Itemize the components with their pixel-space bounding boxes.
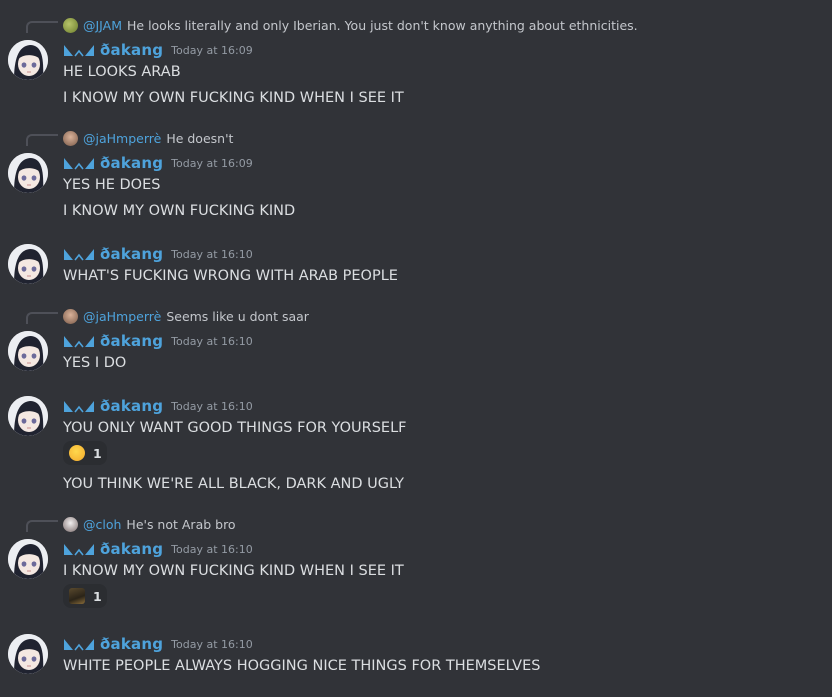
message-text: YES I DO xyxy=(63,355,127,371)
timestamp: Today at 16:10 xyxy=(171,334,253,348)
reply-mention[interactable]: @jaHmperrè xyxy=(83,131,161,146)
message-text: YES HE DOES xyxy=(63,177,161,193)
avatar[interactable] xyxy=(8,244,48,284)
clan-badge-icon[interactable] xyxy=(63,542,95,556)
reaction-count: 1 xyxy=(93,588,102,604)
avatar-image xyxy=(8,153,48,193)
reply-text: He's not Arab bro xyxy=(126,516,236,532)
reply-preview[interactable]: @jaHmperrè He doesn't xyxy=(63,130,233,146)
reaction-button[interactable]: 1 xyxy=(63,441,107,465)
clan-badge-icon[interactable] xyxy=(63,43,95,57)
timestamp: Today at 16:10 xyxy=(171,247,253,261)
reply-preview[interactable]: @jaHmperrè Seems like u dont saar xyxy=(63,308,309,324)
reply-connector xyxy=(26,21,58,33)
message-text: WHITE PEOPLE ALWAYS HOGGING NICE THINGS … xyxy=(63,658,541,674)
reply-avatar-icon xyxy=(63,17,78,33)
avatar-image xyxy=(8,634,48,674)
reply-avatar-icon xyxy=(63,516,78,532)
avatar[interactable] xyxy=(8,331,48,371)
username[interactable]: ðakang xyxy=(100,540,163,558)
timestamp: Today at 16:09 xyxy=(171,156,253,170)
message-header: ðakang Today at 16:10 xyxy=(63,635,253,653)
custom-character-emoji-icon xyxy=(69,588,85,604)
avatar[interactable] xyxy=(8,634,48,674)
reply-avatar-icon xyxy=(63,130,78,146)
username[interactable]: ðakang xyxy=(100,245,163,263)
message-header: ðakang Today at 16:10 xyxy=(63,332,253,350)
message-text: HE LOOKS ARAB xyxy=(63,64,181,80)
reply-mention[interactable]: @cloh xyxy=(83,517,121,532)
message-header: ðakang Today at 16:09 xyxy=(63,41,253,59)
clan-badge-icon[interactable] xyxy=(63,334,95,348)
message-text: YOU THINK WE'RE ALL BLACK, DARK AND UGLY xyxy=(63,476,405,492)
username[interactable]: ðakang xyxy=(100,635,163,653)
message-header: ðakang Today at 16:10 xyxy=(63,245,253,263)
avatar-image xyxy=(8,331,48,371)
message-text: I KNOW MY OWN FUCKING KIND WHEN I SEE IT xyxy=(63,90,404,106)
message-text: I KNOW MY OWN FUCKING KIND xyxy=(63,203,296,219)
avatar-image xyxy=(8,40,48,80)
username[interactable]: ðakang xyxy=(100,41,163,59)
reply-avatar-icon xyxy=(63,308,78,324)
message-text: I KNOW MY OWN FUCKING KIND WHEN I SEE IT xyxy=(63,563,404,579)
timestamp: Today at 16:10 xyxy=(171,542,253,556)
message-header: ðakang Today at 16:10 xyxy=(63,397,253,415)
message-header: ðakang Today at 16:09 xyxy=(63,154,253,172)
reply-connector xyxy=(26,134,58,146)
reaction-count: 1 xyxy=(93,445,102,461)
clan-badge-icon[interactable] xyxy=(63,637,95,651)
reply-mention[interactable]: @JJAM xyxy=(83,18,122,33)
avatar[interactable] xyxy=(8,153,48,193)
reply-connector xyxy=(26,520,58,532)
reply-text: He doesn't xyxy=(166,130,234,146)
username[interactable]: ðakang xyxy=(100,397,163,415)
clan-badge-icon[interactable] xyxy=(63,399,95,413)
timestamp: Today at 16:09 xyxy=(171,43,253,57)
reply-text: He looks literally and only Iberian. You… xyxy=(127,17,638,33)
timestamp: Today at 16:10 xyxy=(171,637,253,651)
avatar[interactable] xyxy=(8,539,48,579)
clan-badge-icon[interactable] xyxy=(63,156,95,170)
avatar[interactable] xyxy=(8,396,48,436)
avatar-image xyxy=(8,244,48,284)
avatar-image xyxy=(8,396,48,436)
avatar-image xyxy=(8,539,48,579)
message-header: ðakang Today at 16:10 xyxy=(63,540,253,558)
message-text: YOU ONLY WANT GOOD THINGS FOR YOURSELF xyxy=(63,420,407,436)
reply-mention[interactable]: @jaHmperrè xyxy=(83,309,161,324)
username[interactable]: ðakang xyxy=(100,332,163,350)
reply-connector xyxy=(26,312,58,324)
reaction-button[interactable]: 1 xyxy=(63,584,107,608)
clan-badge-icon[interactable] xyxy=(63,247,95,261)
chat-message-list: @JJAM He looks literally and only Iberia… xyxy=(0,0,832,697)
reply-text: Seems like u dont saar xyxy=(166,308,309,324)
avatar[interactable] xyxy=(8,40,48,80)
reply-preview[interactable]: @cloh He's not Arab bro xyxy=(63,516,236,532)
timestamp: Today at 16:10 xyxy=(171,399,253,413)
username[interactable]: ðakang xyxy=(100,154,163,172)
message-text: WHAT'S FUCKING WRONG WITH ARAB PEOPLE xyxy=(63,268,398,284)
rolling-on-floor-laughing-emoji-icon xyxy=(69,445,85,461)
reply-preview[interactable]: @JJAM He looks literally and only Iberia… xyxy=(63,17,638,33)
